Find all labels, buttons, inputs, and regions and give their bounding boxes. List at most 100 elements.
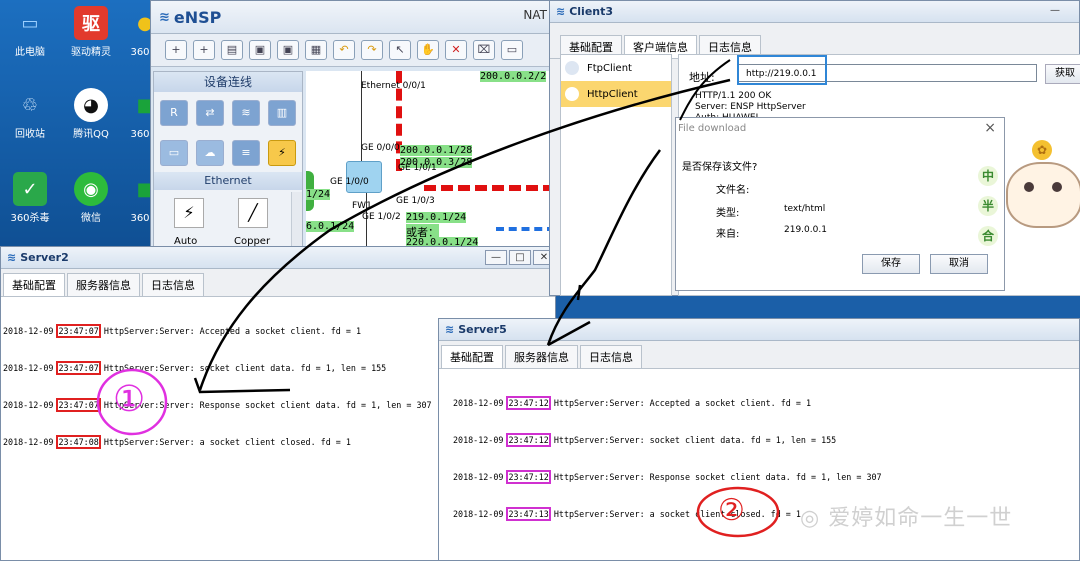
ensp-project-name: NAT <box>523 8 547 22</box>
log-time: 23:47:07 <box>56 323 101 338</box>
auto-cable-icon[interactable]: ⚡ <box>174 198 204 228</box>
other-device-icon[interactable]: ≡ <box>232 140 260 166</box>
dialog-title: File download <box>678 123 747 134</box>
redo-icon[interactable]: ↷ <box>361 40 383 60</box>
panel-scrollbar[interactable] <box>291 192 302 246</box>
save-icon[interactable]: ▣ <box>249 40 271 60</box>
firewall-icon[interactable]: ▥ <box>268 100 296 126</box>
topo-label: GE 1/0/2 <box>362 212 401 222</box>
cat-sticker: ✿ 中 半 合 <box>976 140 1080 250</box>
server2-tabs: 基础配置 服务器信息 日志信息 <box>1 269 555 297</box>
new-topology-icon[interactable]: + <box>193 40 215 60</box>
desktop-icon-label: 微信 <box>81 213 101 224</box>
topo-label: 6.0.1/24 <box>306 221 355 232</box>
tab-log-info[interactable]: 日志信息 <box>142 273 204 296</box>
desktop-icon-label: 腾讯QQ <box>73 129 109 140</box>
server5-titlebar: ≋ Server5 <box>439 319 1079 341</box>
topo-label: Ethernet 0/0/1 <box>361 81 426 91</box>
topo-label: FW1 <box>352 201 372 211</box>
sticker-char: 合 <box>978 226 998 246</box>
hand-icon[interactable]: ✋ <box>417 40 439 60</box>
radio-icon <box>565 87 579 101</box>
tab-basic-config[interactable]: 基础配置 <box>3 273 65 296</box>
cat-face-icon <box>1006 162 1080 228</box>
log-line: 2018-12-09 23:47:12 HttpServer:Server: s… <box>453 433 837 448</box>
list-item-label: HttpClient <box>587 88 638 100</box>
cable-section-title: Ethernet <box>154 172 302 190</box>
type-label: 类型: <box>716 208 740 219</box>
router-icon[interactable]: R <box>160 100 188 126</box>
save-button[interactable]: 保存 <box>862 254 920 274</box>
tab-server-info[interactable]: 服务器信息 <box>67 273 140 296</box>
wechat-watermark-icon: ◎ <box>800 506 821 531</box>
cancel-button[interactable]: 取消 <box>930 254 988 274</box>
save-as-icon[interactable]: ▣ <box>277 40 299 60</box>
client-type-list: FtpClient HttpClient <box>560 54 672 296</box>
topo-label: GE 1/0/3 <box>396 196 435 206</box>
sticker-char: 半 <box>978 196 998 216</box>
minimize-button[interactable]: — <box>1044 4 1066 19</box>
topo-label: 200.0.0.1/28 <box>400 145 473 156</box>
save-question: 是否保存该文件? <box>682 162 758 173</box>
undo-icon[interactable]: ↶ <box>333 40 355 60</box>
maximize-button[interactable]: □ <box>509 250 531 265</box>
address-highlight <box>737 55 827 85</box>
area-boundary <box>424 185 555 191</box>
sticker-char: 中 <box>978 166 998 186</box>
topology-canvas[interactable]: Ethernet 0/0/1 200.0.0.2/2 GE 0/0/0 200.… <box>306 71 555 247</box>
close-icon[interactable]: × <box>984 120 996 136</box>
device-panel-title: 设备连线 <box>154 72 302 92</box>
list-item-httpclient[interactable]: HttpClient <box>561 81 671 107</box>
desktop: ▭ 此电脑 驱驱动精灵 ● 360安 ♲ 回收站 ◕ 腾讯QQ ■ 360软 ✓ 360杀毒… <box>0 0 160 250</box>
new-icon[interactable]: + <box>165 40 187 60</box>
desktop-icon-label: 此电脑 <box>15 47 45 58</box>
desktop-icon-label: 驱动精灵 <box>71 47 111 58</box>
file-name-label: 文件名: <box>716 185 750 196</box>
minimize-button[interactable]: — <box>485 250 507 265</box>
log-line: 2018-12-09 23:47:12 HttpServer:Server: A… <box>453 395 812 410</box>
log-time: 23:47:07 <box>56 398 101 413</box>
ensp-titlebar: ≋ eNSP NAT <box>151 1 553 34</box>
annotation-mark-1: ① <box>113 379 146 420</box>
pc-icon[interactable]: ▭ <box>160 140 188 166</box>
window-logo-icon: ≋ <box>7 251 17 264</box>
cat-eye-icon <box>1052 182 1062 192</box>
address-label: 地址: <box>689 71 715 84</box>
from-label: 来自: <box>716 229 740 240</box>
log-time: 23:47:12 <box>506 433 551 448</box>
window-title: Server2 <box>20 251 69 264</box>
server2-titlebar: ≋ Server2 <box>1 247 555 269</box>
file-download-dialog: File download × 是否保存该文件? 文件名: 类型: text/h… <box>675 117 1005 291</box>
cable-icon[interactable]: ⚡ <box>268 140 296 166</box>
window-logo-icon: ≋ <box>556 5 566 18</box>
watermark: ◎ 爱婷如命一生一世 <box>800 506 1013 531</box>
window-title: Client3 <box>569 5 614 18</box>
list-item-ftpclient[interactable]: FtpClient <box>561 55 671 81</box>
pointer-icon[interactable]: ↖ <box>389 40 411 60</box>
window-logo-icon: ≋ <box>445 323 455 336</box>
ensp-toolbar: + + ▤ ▣ ▣ ▦ ↶ ↷ ↖ ✋ ✕ ⌧ ▭ <box>151 34 553 67</box>
delete-link-icon[interactable]: ⌧ <box>473 40 495 60</box>
copper-cable-icon[interactable]: ╱ <box>238 198 268 228</box>
text-icon[interactable]: ▭ <box>501 40 523 60</box>
delete-icon[interactable]: ✕ <box>445 40 467 60</box>
driver-genius-icon: 驱 <box>74 6 108 40</box>
cloud-icon[interactable]: ☁ <box>196 140 224 166</box>
desktop-icon-label: 回收站 <box>15 129 45 140</box>
server5-tabs: 基础配置 服务器信息 日志信息 <box>439 341 1079 369</box>
open-icon[interactable]: ▤ <box>221 40 243 60</box>
log-line: 2018-12-09 23:47:12 HttpServer:Server: R… <box>453 470 882 485</box>
topo-label: 1/24 <box>306 189 331 200</box>
radio-icon <box>565 61 579 75</box>
switch-icon[interactable]: ⇄ <box>196 100 224 126</box>
qq-penguin-icon: ◕ <box>74 88 108 122</box>
area-boundary <box>496 227 555 231</box>
wireless-icon[interactable]: ≋ <box>232 100 260 126</box>
tab-log-info[interactable]: 日志信息 <box>580 345 642 368</box>
fetch-button[interactable]: 获取 <box>1045 64 1080 84</box>
print-icon[interactable]: ▦ <box>305 40 327 60</box>
desktop-icon-label: 360杀毒 <box>10 213 50 224</box>
log-time: 23:47:07 <box>56 361 101 376</box>
tab-server-info[interactable]: 服务器信息 <box>505 345 578 368</box>
tab-basic-config[interactable]: 基础配置 <box>441 345 503 368</box>
